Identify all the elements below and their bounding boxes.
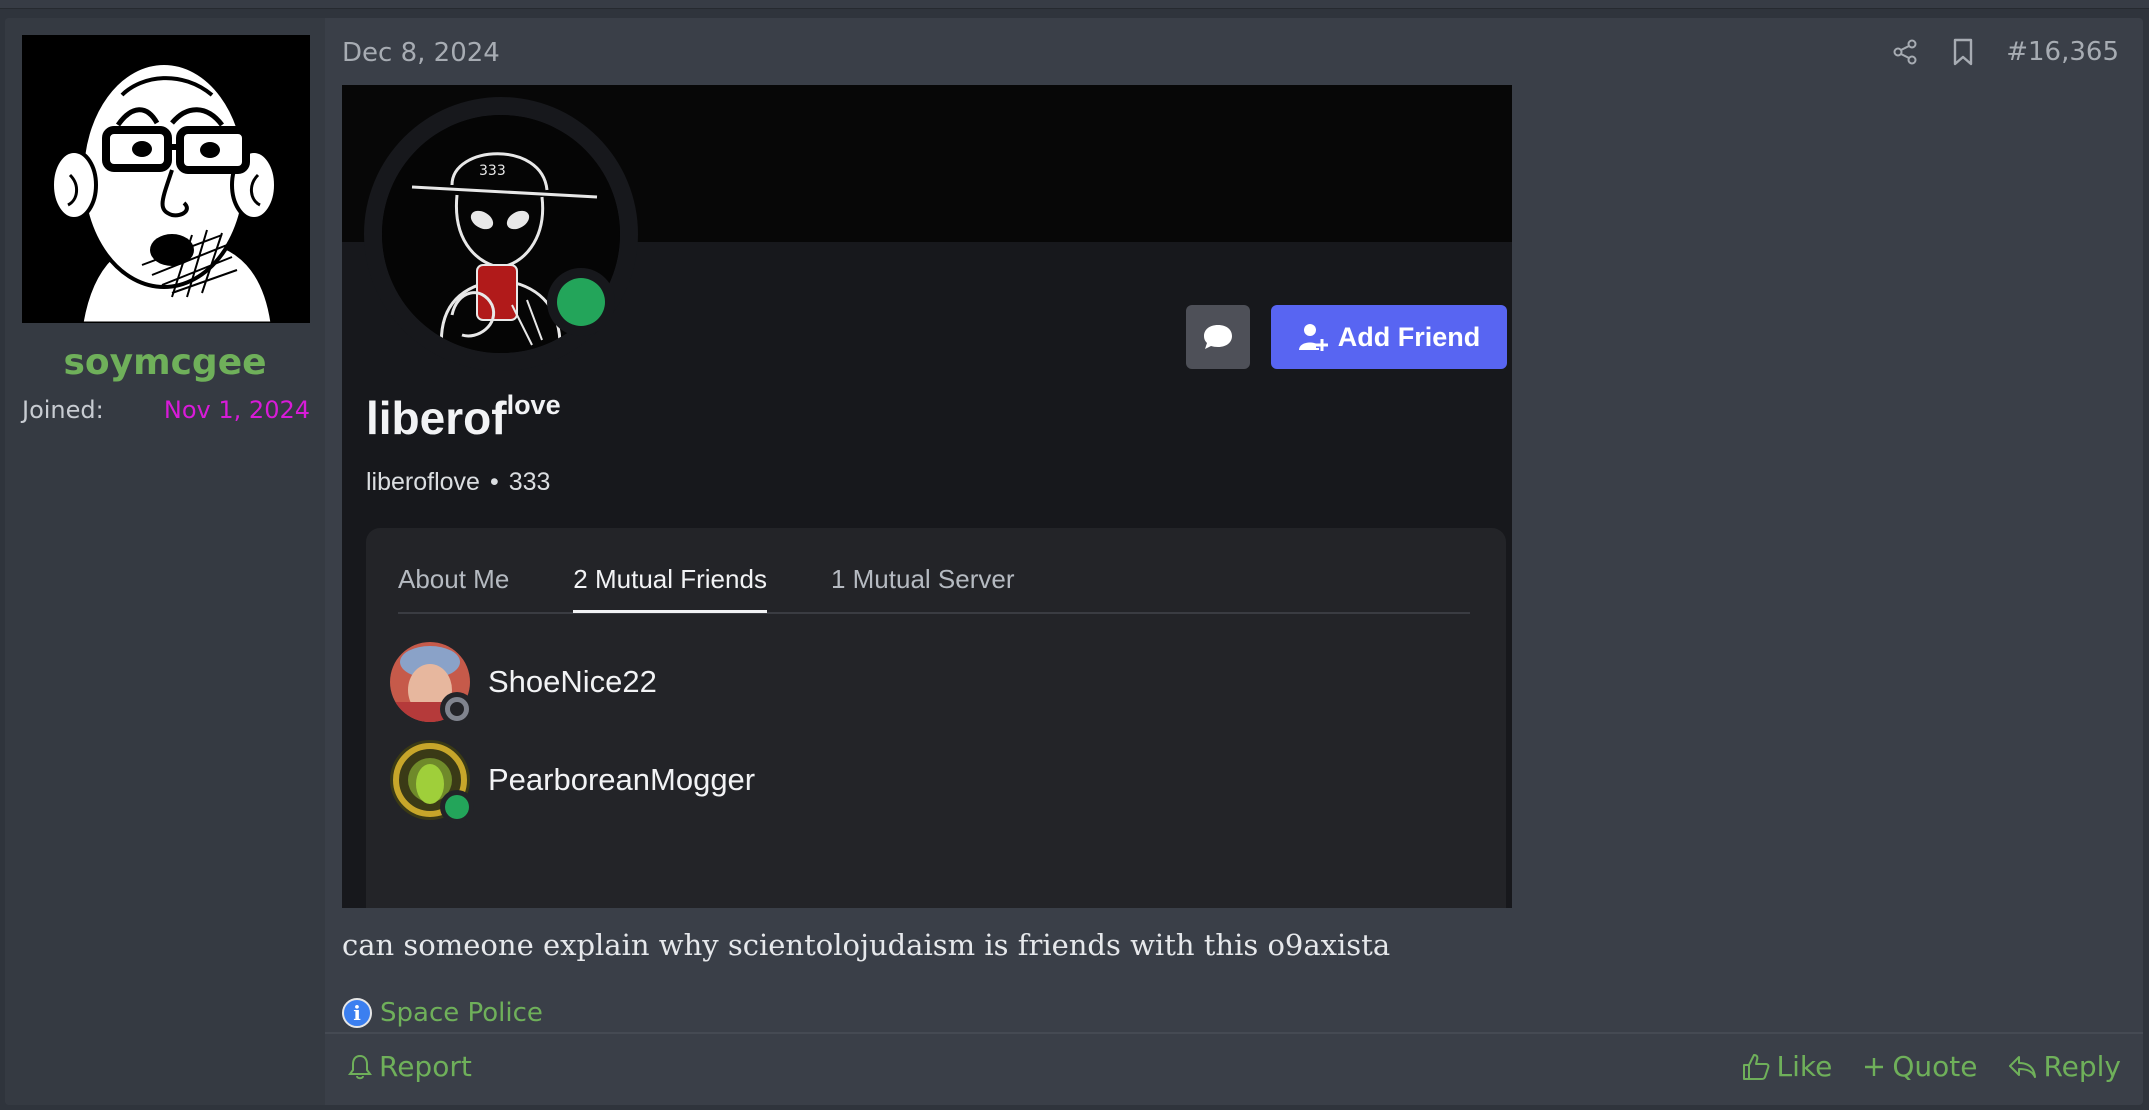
signature-text[interactable]: Space Police: [380, 998, 543, 1028]
profile-tag: 333: [508, 468, 551, 496]
profile-handle-row: liberoflove • 333: [366, 468, 550, 497]
user-info-column: soymcgee Joined: Nov 1, 2024: [5, 18, 325, 1105]
report-button[interactable]: Report: [347, 1050, 472, 1083]
tab-mutual-friends[interactable]: 2 Mutual Friends: [573, 528, 767, 613]
post-reaction-actions: Like Quote Reply: [1741, 1050, 2121, 1083]
profile-tabs-card: About Me 2 Mutual Friends 1 Mutual Serve…: [366, 528, 1506, 908]
tab-mutual-server[interactable]: 1 Mutual Server: [831, 528, 1015, 610]
post-footer: Report Like Quote Reply: [325, 1032, 2143, 1105]
online-status-icon: [445, 795, 469, 819]
like-button[interactable]: Like: [1741, 1050, 1833, 1083]
joined-date: Nov 1, 2024: [163, 396, 310, 424]
joined-label: Joined:: [22, 396, 104, 424]
post-date[interactable]: Dec 8, 2024: [342, 38, 500, 68]
quote-button[interactable]: Quote: [1862, 1050, 1977, 1083]
profile-display-name: liberof love: [366, 390, 561, 446]
online-status-icon: [557, 278, 605, 326]
post-body-text: can someone explain why scientolojudaism…: [342, 928, 1391, 962]
display-name-main: liberof: [366, 392, 507, 444]
friend-avatar: [390, 642, 474, 726]
post-header-actions: #16,365: [1890, 32, 2119, 72]
forum-post: soymcgee Joined: Nov 1, 2024 Dec 8, 2024…: [5, 18, 2143, 1105]
offline-status-icon: [445, 697, 469, 721]
add-friend-label: Add Friend: [1337, 321, 1481, 352]
add-friend-icon: [1298, 324, 1328, 351]
info-icon: i: [342, 998, 372, 1028]
user-avatar[interactable]: [22, 35, 310, 323]
report-label: Report: [379, 1050, 472, 1083]
bookmark-icon[interactable]: [1948, 37, 1978, 67]
friend-name: ShoeNice22: [488, 664, 657, 699]
plus-icon: [1865, 1057, 1884, 1076]
user-signature: i Space Police: [342, 998, 543, 1028]
message-button[interactable]: [1186, 305, 1250, 369]
display-name-superscript: love: [506, 390, 561, 420]
friend-name: PearboreanMogger: [488, 762, 756, 797]
list-item[interactable]: PearboreanMogger: [390, 739, 990, 824]
share-icon[interactable]: [1890, 37, 1920, 67]
profile-handle: liberoflove: [366, 468, 480, 496]
like-label: Like: [1776, 1050, 1833, 1083]
tab-about-me[interactable]: About Me: [398, 528, 509, 610]
thumbs-up-icon: [1742, 1053, 1769, 1080]
profile-tabs: About Me 2 Mutual Friends 1 Mutual Serve…: [398, 528, 1470, 614]
reply-icon: [2009, 1055, 2037, 1078]
previous-post-edge: [0, 0, 2149, 9]
handle-separator: •: [489, 468, 499, 496]
username[interactable]: soymcgee: [5, 342, 325, 383]
post-number-link[interactable]: #16,365: [2006, 37, 2119, 67]
quote-label: Quote: [1892, 1050, 1978, 1083]
chat-bubble-icon: [1204, 325, 1232, 349]
list-item[interactable]: ShoeNice22: [390, 641, 990, 726]
soyjak-avatar-image: [22, 35, 310, 323]
friend-avatar: [390, 740, 474, 824]
embedded-profile-screenshot[interactable]: 333 Add Friend liberof love liberoflove …: [342, 85, 1512, 908]
add-friend-button[interactable]: Add Friend: [1271, 305, 1507, 369]
reply-label: Reply: [2043, 1050, 2121, 1083]
bell-icon: [348, 1054, 372, 1079]
hat-number: 333: [479, 163, 506, 179]
reply-button[interactable]: Reply: [2007, 1050, 2121, 1083]
